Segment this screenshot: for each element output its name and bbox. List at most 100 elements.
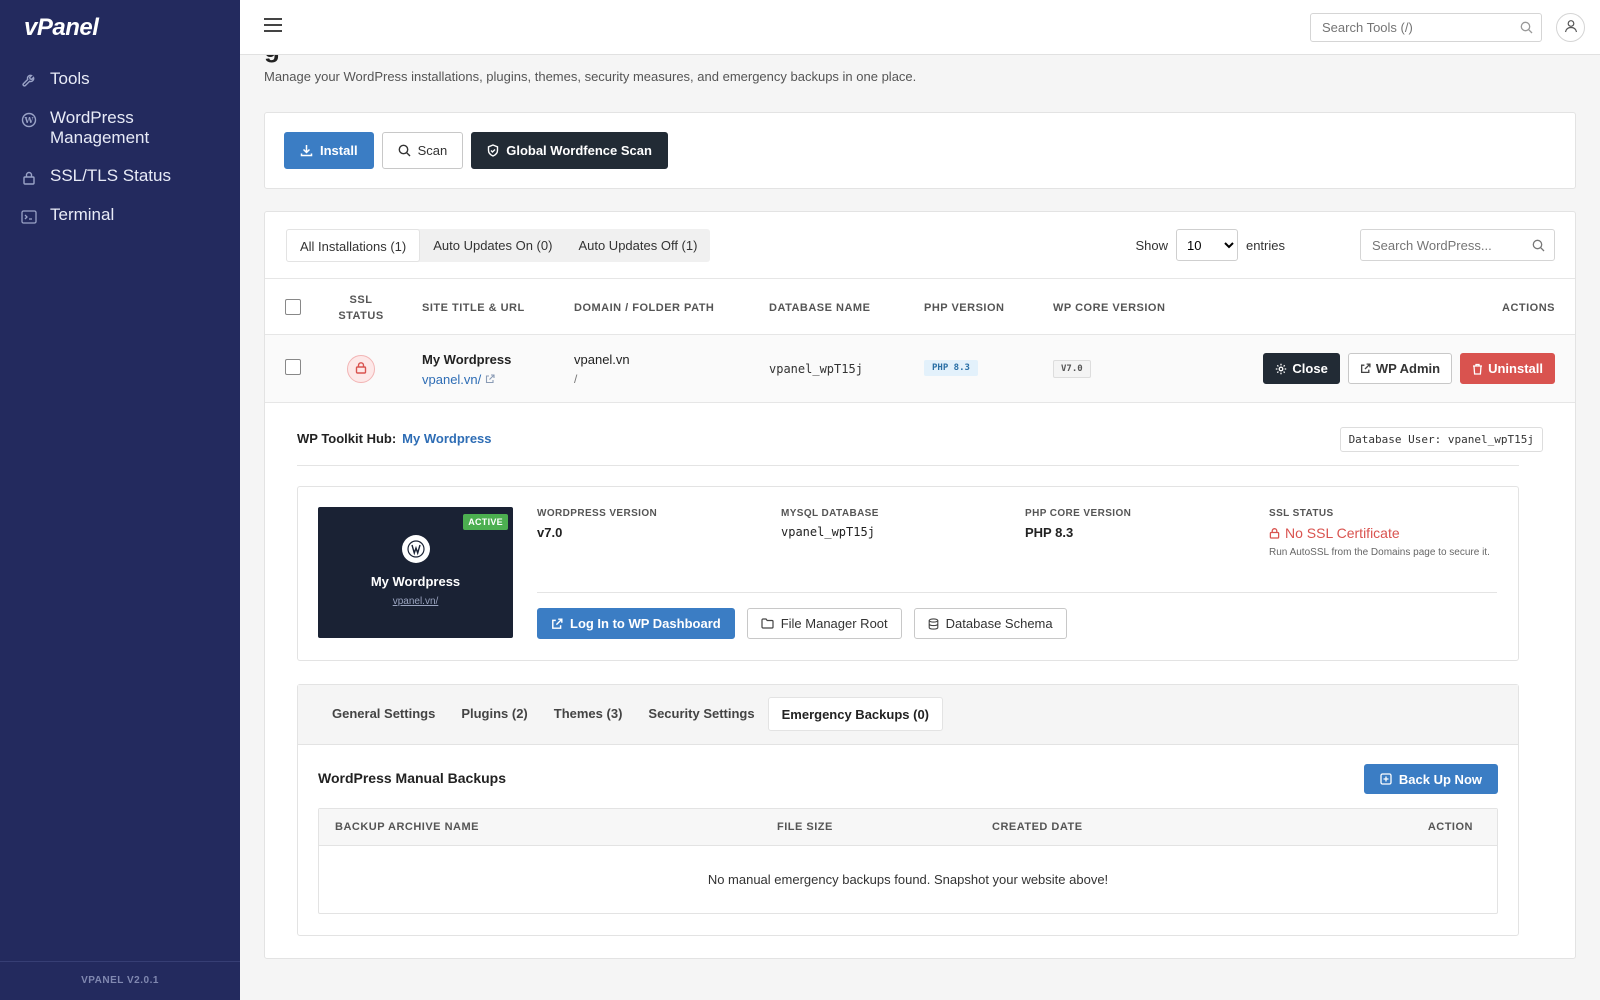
actions-toolbar: Install Scan Global Wordfence Scan [264, 112, 1576, 189]
external-link-icon [485, 372, 495, 387]
column-file-size: FILE SIZE [777, 821, 833, 833]
sidebar-item-terminal[interactable]: Terminal [0, 202, 240, 229]
sidebar-item-ssl-tls-status[interactable]: SSL/TLS Status [0, 163, 240, 190]
backups-table: BACKUP ARCHIVE NAME FILE SIZE CREATED DA… [318, 808, 1498, 914]
file-manager-root-button[interactable]: File Manager Root [746, 608, 902, 639]
column-ssl-status: SSL STATUS [327, 279, 395, 336]
search-icon [398, 144, 411, 157]
php-version-badge: PHP 8.3 [924, 360, 978, 376]
sidebar-nav: Tools W WordPress Management SSL/TLS Sta… [0, 66, 240, 241]
tab-auto-updates-on[interactable]: Auto Updates On (0) [420, 229, 565, 262]
tab-general-settings[interactable]: General Settings [319, 697, 448, 731]
info-label: WORDPRESS VERSION [537, 508, 658, 519]
sidebar-item-wordpress-management[interactable]: W WordPress Management [0, 105, 240, 151]
column-site-title[interactable]: SITE TITLE & URL [422, 279, 525, 336]
tab-themes[interactable]: Themes (3) [541, 697, 636, 731]
domain-name: vpanel.vn [574, 352, 630, 367]
scan-button[interactable]: Scan [381, 132, 464, 169]
ssl-status-text: No SSL Certificate [1285, 525, 1400, 541]
table-header: SSL STATUS SITE TITLE & URL DOMAIN / FOL… [265, 278, 1575, 335]
info-label: SSL STATUS [1269, 508, 1334, 519]
domain-cell: vpanel.vn / [574, 352, 630, 386]
hub-title: WP Toolkit Hub: My Wordpress [297, 431, 492, 446]
row-checkbox[interactable] [285, 359, 301, 375]
column-actions: ACTIONS [1502, 301, 1555, 314]
back-up-now-button[interactable]: Back Up Now [1363, 764, 1498, 794]
ssl-status-value: No SSL Certificate [1269, 525, 1499, 541]
search-tools-input[interactable] [1311, 14, 1541, 41]
wordpress-logo-icon [402, 535, 430, 563]
login-wp-dashboard-button[interactable]: Log In to WP Dashboard [537, 608, 735, 639]
column-backup-archive-name: BACKUP ARCHIVE NAME [335, 821, 479, 833]
ssl-status-info: SSL STATUS No SSL Certificate Run AutoSS… [1269, 508, 1499, 560]
global-scan-label: Global Wordfence Scan [506, 143, 652, 158]
lock-icon [1269, 527, 1280, 539]
info-label: PHP CORE VERSION [1025, 508, 1132, 519]
back-up-now-label: Back Up Now [1398, 771, 1482, 787]
svg-text:W: W [24, 115, 35, 125]
site-title: My Wordpress [422, 352, 512, 367]
login-label: Log In to WP Dashboard [570, 616, 721, 631]
wp-admin-button[interactable]: WP Admin [1347, 353, 1453, 384]
sidebar-item-tools[interactable]: Tools [0, 66, 240, 93]
wp-version-badge: V7.0 [1053, 360, 1091, 378]
wp-admin-label: WP Admin [1375, 361, 1441, 376]
column-domain[interactable]: DOMAIN / FOLDER PATH [574, 279, 714, 336]
tab-plugins[interactable]: Plugins (2) [448, 697, 540, 731]
divider [297, 465, 1519, 466]
hub-site-link[interactable]: My Wordpress [402, 431, 491, 446]
tab-security-settings[interactable]: Security Settings [635, 697, 767, 731]
search-wordpress-field [1360, 229, 1555, 261]
column-database[interactable]: DATABASE NAME [769, 279, 870, 336]
user-menu-button[interactable] [1556, 13, 1585, 42]
divider [537, 592, 1497, 593]
show-label: Show [1135, 237, 1168, 253]
topbar [240, 0, 1600, 55]
plus-square-icon [1380, 773, 1392, 785]
database-name: vpanel_wpT15j [769, 362, 863, 376]
column-ssl-line2: STATUS [338, 309, 384, 322]
wordpress-version-info: WORDPRESS VERSION v7.0 [537, 508, 657, 540]
select-all-checkbox[interactable] [285, 299, 301, 315]
preview-title: My Wordpress [370, 574, 461, 589]
wrench-icon [20, 72, 38, 90]
uninstall-button[interactable]: Uninstall [1460, 353, 1555, 384]
site-url-link[interactable]: vpanel.vn/ [422, 372, 511, 387]
sidebar-item-label: Terminal [50, 205, 115, 224]
download-icon [300, 144, 313, 157]
tab-all-installations[interactable]: All Installations (1) [286, 229, 421, 262]
menu-toggle-icon[interactable] [264, 18, 282, 36]
tab-auto-updates-off[interactable]: Auto Updates Off (1) [565, 229, 710, 262]
external-link-icon [551, 617, 563, 630]
folder-icon [761, 618, 774, 629]
search-tools-field [1310, 13, 1542, 42]
main-content: g Manage your WordPress installations, p… [240, 55, 1600, 1000]
install-button[interactable]: Install [284, 132, 374, 169]
info-value: v7.0 [537, 525, 563, 540]
column-wp-core-version[interactable]: WP CORE VERSION [1053, 279, 1165, 336]
column-action: ACTION [1427, 821, 1473, 833]
database-schema-button[interactable]: Database Schema [913, 608, 1067, 639]
page-title: g [264, 55, 280, 64]
file-manager-label: File Manager Root [780, 616, 888, 631]
external-link-icon [1360, 363, 1371, 374]
entries-select[interactable]: 10 [1175, 229, 1238, 261]
column-php-version[interactable]: PHP VERSION [924, 279, 1005, 336]
database-user-badge: Database User: vpanel_wpT15j [1339, 427, 1543, 452]
column-ssl-line1: SSL [349, 293, 373, 306]
installations-card: All Installations (1) Auto Updates On (0… [264, 211, 1576, 959]
sidebar-item-label: SSL/TLS Status [50, 166, 171, 185]
site-preview[interactable]: ACTIVE My Wordpress vpanel.vn/ [318, 507, 513, 638]
global-wordfence-scan-button[interactable]: Global Wordfence Scan [471, 132, 668, 169]
site-info-card: ACTIVE My Wordpress vpanel.vn/ WORDPRESS… [297, 486, 1519, 661]
column-created-date: CREATED DATE [992, 821, 1083, 833]
preview-url[interactable]: vpanel.vn/ [318, 596, 513, 607]
tab-emergency-backups[interactable]: Emergency Backups (0) [767, 697, 944, 731]
show-entries-control: Show 10 entries [1135, 229, 1285, 261]
search-wordpress-input[interactable] [1361, 230, 1554, 260]
close-button[interactable]: Close [1263, 353, 1340, 384]
sidebar-item-label: WordPress Management [50, 108, 150, 147]
app-logo[interactable]: vPanel [24, 14, 99, 42]
filter-tabs: All Installations (1) Auto Updates On (0… [286, 229, 711, 262]
backups-table-header: BACKUP ARCHIVE NAME FILE SIZE CREATED DA… [319, 809, 1497, 846]
